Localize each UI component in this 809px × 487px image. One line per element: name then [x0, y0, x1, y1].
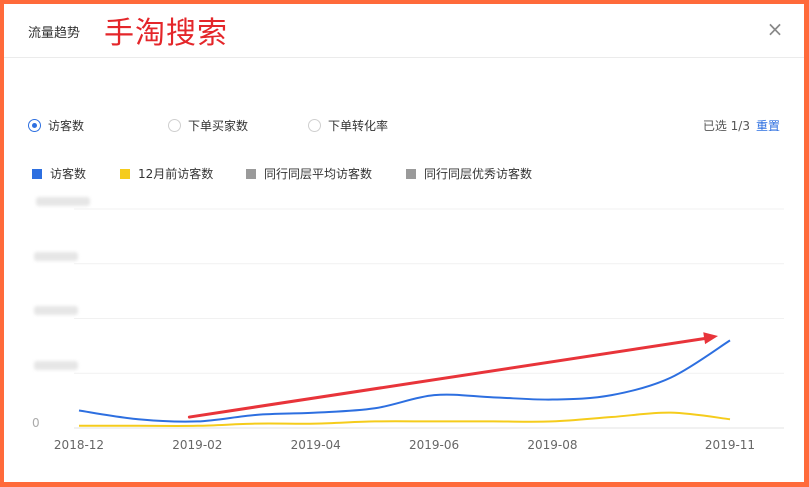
- annotation-arrow-line: [187, 336, 710, 419]
- x-tick-label: 2019-02: [172, 438, 222, 452]
- series-line: [79, 411, 731, 427]
- x-tick-label: 2019-11: [705, 438, 755, 452]
- annotation-arrow-head: [703, 332, 718, 345]
- x-tick-label: 2019-06: [409, 438, 459, 452]
- x-tick-label: 2018-12: [54, 438, 104, 452]
- trend-chart: 0 2018-12 2019-02 2019-04 2019-06 2019-08 2019…: [32, 208, 784, 452]
- x-tick-label: 2019-08: [527, 438, 577, 452]
- dialog: 流量趋势 手淘搜索 × 访客数 下单买家数 下单转化率 已选 1/3 重置 访客…: [4, 4, 804, 482]
- y-tick-label: 0: [32, 416, 40, 430]
- series-line: [78, 339, 731, 423]
- x-tick-label: 2019-04: [291, 438, 341, 452]
